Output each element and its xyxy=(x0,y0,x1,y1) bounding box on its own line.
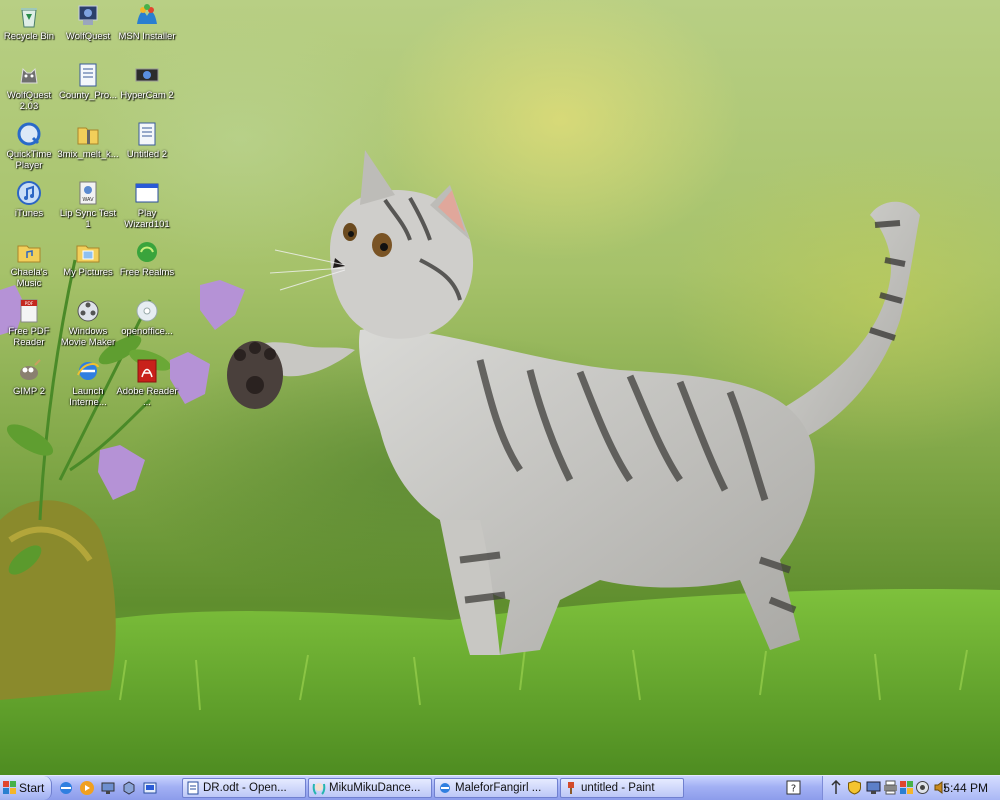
desktop-icon-label: Adobe Reader ... xyxy=(116,386,178,408)
task-button-maleforfangirl[interactable]: MaleforFangirl ... xyxy=(434,778,558,798)
desktop-icon-label: Free PDF Reader xyxy=(8,326,50,348)
internet-explorer-icon xyxy=(77,362,99,380)
desktop-icon-label: County_Pro... xyxy=(58,90,118,101)
miku-icon xyxy=(312,783,326,795)
task-button-mikumikudance[interactable]: MikuMikuDance... xyxy=(308,778,432,798)
desktop-icon-hypercam-2[interactable]: HyperCam 2 xyxy=(116,61,178,102)
adobe-reader-icon xyxy=(137,359,157,383)
desktop-icon-wolfquest-2-03[interactable]: WolfQuest 2.03 xyxy=(0,61,60,112)
desktop-icon-3mix-melt[interactable]: 3mix_melt_k... xyxy=(57,120,119,161)
movie-maker-icon xyxy=(77,300,99,322)
task-label: DR.odt - Open... xyxy=(203,782,287,794)
music-folder-icon xyxy=(17,245,41,263)
desktop-icon-windows-movie-maker[interactable]: Windows Movie Maker xyxy=(57,297,119,348)
cd-icon xyxy=(136,300,158,322)
itunes-icon xyxy=(17,181,41,205)
task-button-untitled-paint[interactable]: untitled - Paint xyxy=(560,778,684,798)
security-shield-icon[interactable] xyxy=(847,780,862,795)
hypercam-icon xyxy=(135,68,159,82)
media-player-icon[interactable] xyxy=(79,780,95,796)
network-icon[interactable] xyxy=(866,780,881,795)
desktop-icon-free-realms[interactable]: Free Realms xyxy=(116,238,178,279)
desktop-icon-wolfquest[interactable]: WolfQuest xyxy=(57,2,119,43)
desktop-icon-my-pictures[interactable]: My Pictures xyxy=(57,238,119,279)
desktop-icon-quicktime-player[interactable]: QuickTime Player xyxy=(0,120,60,171)
desktop-icon-untitled-2[interactable]: Untitled 2 xyxy=(116,120,178,161)
desktop-icon-launch-internet[interactable]: Launch Interne... xyxy=(57,357,119,408)
document-icon xyxy=(79,63,97,87)
start-label: Start xyxy=(19,781,45,795)
task-button-dr-odt[interactable]: DR.odt - Open... xyxy=(182,778,306,798)
desktop-icon-label: Free Realms xyxy=(119,267,175,278)
desktop-icon-label: MSN Installer xyxy=(118,31,176,42)
network-icon[interactable] xyxy=(100,780,116,796)
pictures-folder-icon xyxy=(76,245,100,263)
internet-explorer-icon xyxy=(440,783,450,793)
updates-icon[interactable] xyxy=(829,780,844,795)
desktop-icon-lip-sync-test[interactable]: WAV Lip Sync Test 1 xyxy=(57,179,119,230)
task-label: MaleforFangirl ... xyxy=(455,782,542,794)
desktop-icon-label: Untitled 2 xyxy=(126,149,168,160)
svg-text:?: ? xyxy=(791,784,796,795)
desktop-icon-label: 3mix_melt_k... xyxy=(57,149,119,160)
window-shortcut-icon xyxy=(135,183,159,203)
desktop-icon-label: Windows Movie Maker xyxy=(60,326,116,348)
svg-text:PDF: PDF xyxy=(25,301,34,307)
msn-icon xyxy=(137,4,157,24)
desktop-icon-openoffice[interactable]: openoffice... xyxy=(116,297,178,338)
printer-icon[interactable] xyxy=(883,780,898,795)
help-icon[interactable]: ? xyxy=(786,780,801,795)
desktop-icon-label: QuickTime Player xyxy=(6,149,52,171)
color-icon[interactable] xyxy=(899,780,914,795)
desktop-icon-label: HyperCam 2 xyxy=(120,90,174,101)
task-label: MikuMikuDance... xyxy=(329,782,421,794)
desktop-icon-play-wizard101[interactable]: Play Wizard101 xyxy=(116,179,178,230)
wolfquest-icon xyxy=(20,67,38,84)
desktop-icon-label: Recycle Bin xyxy=(3,31,55,42)
desktop-icon-label: WolfQuest 2.03 xyxy=(6,90,52,112)
taskbar: Start DR.odt - Open... MikuMikuDance... … xyxy=(0,775,1000,800)
wav-file-icon: WAV xyxy=(79,181,97,205)
desktop-icon-recycle-bin[interactable]: Recycle Bin xyxy=(0,2,60,43)
desktop-icon-label: My Pictures xyxy=(63,267,113,278)
desktop-icon-itunes[interactable]: iTunes xyxy=(0,179,60,220)
desktop-icon-adobe-reader[interactable]: Adobe Reader ... xyxy=(116,357,178,408)
camera-icon[interactable] xyxy=(915,780,930,795)
desktop-icon-county-pro[interactable]: County_Pro... xyxy=(57,61,119,102)
internet-explorer-icon[interactable] xyxy=(58,780,74,796)
system-tray: 5:44 PM xyxy=(822,776,1000,800)
start-button[interactable]: Start xyxy=(0,776,52,800)
desktop-icon-label: WolfQuest xyxy=(65,31,111,42)
paint-icon xyxy=(568,782,574,794)
taskbar-clock[interactable]: 5:44 PM xyxy=(943,781,988,795)
desktop-icon-msn-installer[interactable]: MSN Installer xyxy=(116,2,178,43)
gimp-icon xyxy=(20,359,41,380)
desktop-icon-label: iTunes xyxy=(14,208,44,219)
document-icon xyxy=(138,122,156,146)
app-icon[interactable] xyxy=(121,780,137,796)
desktop-icon-gimp-2[interactable]: GIMP 2 xyxy=(0,357,60,398)
desktop-icon-label: Play Wizard101 xyxy=(124,208,170,230)
task-label: untitled - Paint xyxy=(581,782,655,794)
svg-text:WAV: WAV xyxy=(82,197,94,203)
pdf-icon: PDF xyxy=(20,299,38,323)
desktop-icon-label: Chaela's Music xyxy=(10,267,48,289)
folder-zip-icon xyxy=(77,127,99,145)
openoffice-icon xyxy=(187,781,199,795)
free-realms-icon xyxy=(137,242,157,262)
recycle-bin-icon xyxy=(21,8,37,28)
desktop-icon-free-pdf-reader[interactable]: PDF Free PDF Reader xyxy=(0,297,60,348)
quicktime-icon xyxy=(17,122,41,146)
desktop-icon-chaelas-music[interactable]: Chaela's Music xyxy=(0,238,60,289)
desktop-icon-label: Lip Sync Test 1 xyxy=(59,208,117,230)
wolfquest-icon xyxy=(78,5,98,25)
desktop-icon-label: GIMP 2 xyxy=(12,386,46,397)
desktop-icon-label: Launch Interne... xyxy=(69,386,107,408)
windows-logo-icon xyxy=(3,781,16,794)
show-desktop-icon[interactable] xyxy=(142,780,158,796)
desktop-icon-label: openoffice... xyxy=(121,326,173,337)
